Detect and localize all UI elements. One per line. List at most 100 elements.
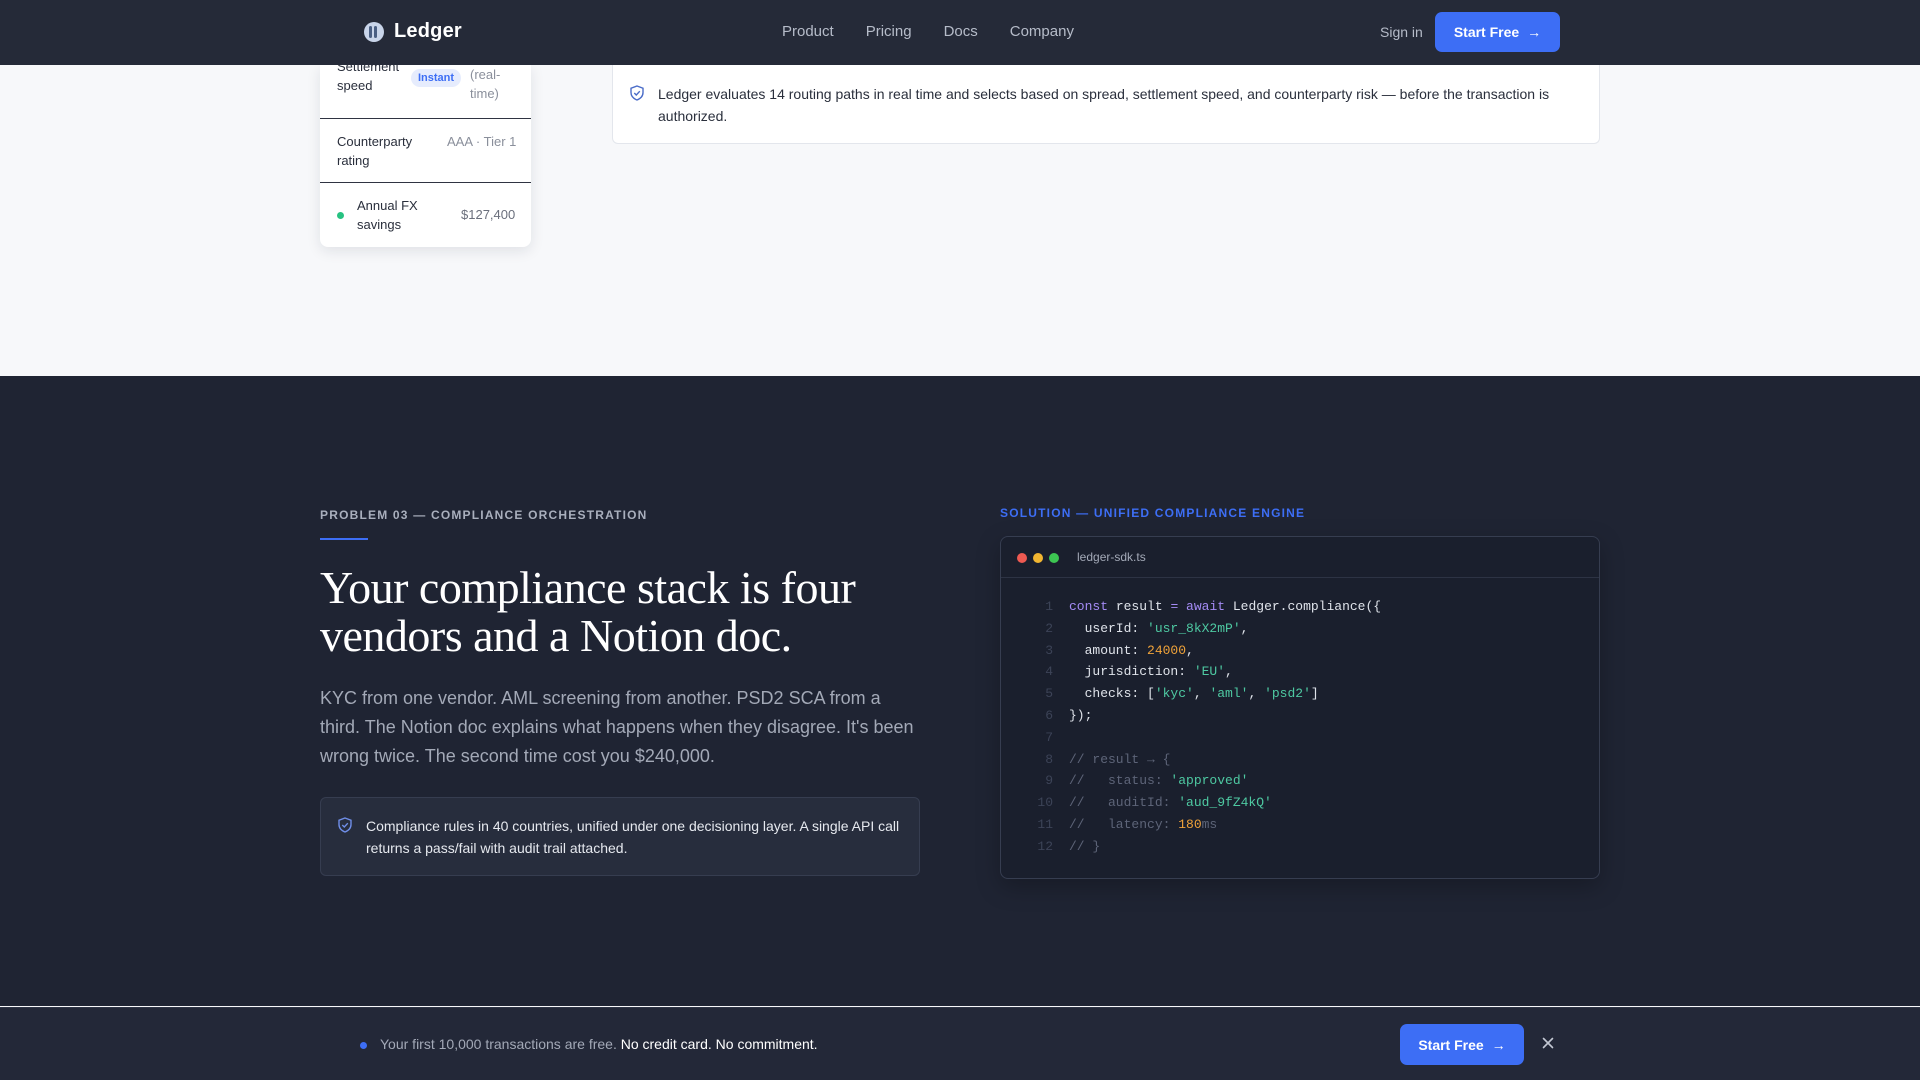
arrow-right-icon: →	[1491, 1036, 1506, 1053]
solution-eyebrow: SOLUTION — UNIFIED COMPLIANCE ENGINE	[1000, 506, 1306, 520]
routing-callout: Ledger evaluates 14 routing paths in rea…	[612, 65, 1600, 144]
code-token: 180	[1178, 816, 1202, 832]
code-token: ]	[1310, 686, 1319, 702]
nav-link-product[interactable]: Product	[782, 23, 834, 40]
code-window-titlebar: ledger-sdk.ts	[1001, 537, 1599, 578]
routing-metrics-card: Settlement speed Instant (real-time) Cou…	[320, 65, 531, 247]
line-number: 10	[1037, 795, 1053, 811]
maximize-dot-icon	[1049, 553, 1059, 563]
status-dot-icon	[360, 1042, 367, 1049]
routing-callout-text: Ledger evaluates 14 routing paths in rea…	[658, 86, 1550, 124]
code-token: amount:	[1069, 642, 1148, 658]
code-token: ms	[1201, 816, 1218, 832]
code-line: 5 checks: ['kyc', 'aml', 'psd2']	[1001, 683, 1599, 705]
arrow-right-icon: →	[1527, 24, 1542, 40]
code-token: jurisdiction:	[1069, 664, 1194, 680]
shield-check-icon	[338, 817, 352, 833]
code-token: // status:	[1069, 773, 1171, 789]
brand[interactable]: Ledger	[364, 20, 462, 43]
line-number: 7	[1045, 729, 1053, 745]
start-free-button[interactable]: Start Free →	[1400, 1024, 1524, 1065]
eyebrow-divider	[320, 538, 368, 540]
compliance-callout: Compliance rules in 40 countries, unifie…	[320, 797, 920, 876]
line-number: 2	[1045, 620, 1053, 636]
code-token: 'kyc'	[1154, 686, 1194, 702]
line-number: 12	[1037, 838, 1053, 854]
promo-emphasis: No credit card. No commitment.	[620, 1036, 818, 1052]
promo-lead: Your first 10,000 transactions are free.	[380, 1036, 617, 1052]
promo-bottom-bar: Your first 10,000 transactions are free.…	[0, 1007, 1920, 1080]
code-token: const	[1069, 599, 1109, 614]
nav-link-docs[interactable]: Docs	[944, 23, 978, 40]
nav-link-pricing[interactable]: Pricing	[866, 23, 912, 40]
code-token: 'usr_8kX2mP'	[1147, 620, 1241, 636]
metric-label: Annual FX savings	[357, 198, 418, 232]
line-number: 9	[1045, 773, 1053, 789]
start-free-button[interactable]: Start Free →	[1435, 12, 1560, 52]
brand-name: Ledger	[394, 20, 462, 42]
status-dot-icon	[337, 212, 344, 219]
problem-eyebrow: PROBLEM 03 — COMPLIANCE ORCHESTRATION	[320, 508, 648, 522]
line-number: 6	[1045, 707, 1053, 723]
code-token: Ledger.compliance({	[1225, 599, 1382, 614]
sign-in-link[interactable]: Sign in	[1380, 24, 1423, 40]
close-dot-icon	[1017, 553, 1027, 563]
status-badge: Instant	[411, 69, 462, 87]
code-block[interactable]: 1 const result = await Ledger.compliance(…	[1001, 596, 1599, 858]
metric-value: $127,400	[461, 207, 516, 222]
metric-label: Counterparty rating	[337, 134, 413, 168]
line-number: 5	[1045, 686, 1053, 702]
code-token: 'psd2'	[1264, 686, 1311, 702]
compliance-callout-text: Compliance rules in 40 countries, unifie…	[366, 818, 900, 856]
close-icon[interactable]	[1540, 1035, 1556, 1051]
code-line: 11 // latency: 180ms	[1001, 814, 1599, 836]
line-number: 8	[1045, 751, 1053, 767]
code-filename: ledger-sdk.ts	[1077, 550, 1146, 564]
start-free-label: Start Free	[1453, 24, 1520, 40]
line-number: 4	[1045, 664, 1053, 680]
code-token: // }	[1069, 838, 1101, 854]
code-token: ,	[1240, 620, 1249, 636]
code-line: 2 userId: 'usr_8kX2mP',	[1001, 618, 1599, 640]
code-token: });	[1069, 707, 1093, 723]
code-window: ledger-sdk.ts 1 const result = await Ledg…	[1000, 536, 1600, 879]
code-line: 10 // auditId: 'aud_9fZ4kQ'	[1001, 792, 1599, 814]
top-navigation: Ledger Product Pricing Docs Company Sign…	[0, 0, 1920, 65]
code-line: 1 const result = await Ledger.compliance(…	[1001, 596, 1599, 618]
code-token: 'aud_9fZ4kQ'	[1178, 795, 1272, 811]
code-token: 'approved'	[1170, 773, 1249, 789]
problem-headline: Your compliance stack is four vendors an…	[320, 562, 856, 661]
ledger-logo-icon	[364, 21, 384, 42]
code-token: // auditId:	[1069, 795, 1179, 811]
nav-link-company[interactable]: Company	[1010, 23, 1074, 40]
metric-label: Settlement speed	[337, 65, 400, 93]
code-token: 'aml'	[1209, 686, 1249, 702]
code-token: checks: [	[1069, 686, 1155, 702]
metric-value: AAA · Tier 1	[447, 134, 517, 149]
start-free-label: Start Free	[1418, 1036, 1484, 1053]
code-line: 4 jurisdiction: 'EU',	[1001, 661, 1599, 683]
code-token: // result → {	[1069, 751, 1171, 767]
code-line: 6});	[1001, 705, 1599, 727]
compliance-section: PROBLEM 03 — COMPLIANCE ORCHESTRATION Yo…	[0, 376, 1920, 1006]
code-token: ,	[1186, 642, 1194, 658]
code-token: ,	[1225, 664, 1233, 680]
routing-section: Settlement speed Instant (real-time) Cou…	[0, 65, 1920, 376]
code-token: // latency:	[1069, 816, 1179, 832]
code-line: 7	[1001, 727, 1599, 749]
code-line: 8 // result → {	[1001, 749, 1599, 771]
line-number: 3	[1045, 642, 1053, 658]
code-token: result	[1108, 599, 1171, 614]
code-line: 9 // status: 'approved'	[1001, 770, 1599, 792]
nav-links: Product Pricing Docs Company	[782, 23, 1074, 40]
code-token: userId:	[1069, 620, 1148, 636]
code-token: 24000	[1147, 642, 1187, 658]
metric-row-counterparty: Counterparty rating AAA · Tier 1	[320, 120, 531, 183]
line-number: 11	[1037, 816, 1053, 832]
code-token: ,	[1193, 686, 1210, 702]
minimize-dot-icon	[1033, 553, 1043, 563]
code-token: await	[1178, 599, 1226, 614]
metric-row-settlement: Settlement speed Instant (real-time)	[320, 65, 531, 119]
metric-value: (real-time)	[470, 67, 501, 101]
line-number: 1	[1045, 599, 1053, 614]
